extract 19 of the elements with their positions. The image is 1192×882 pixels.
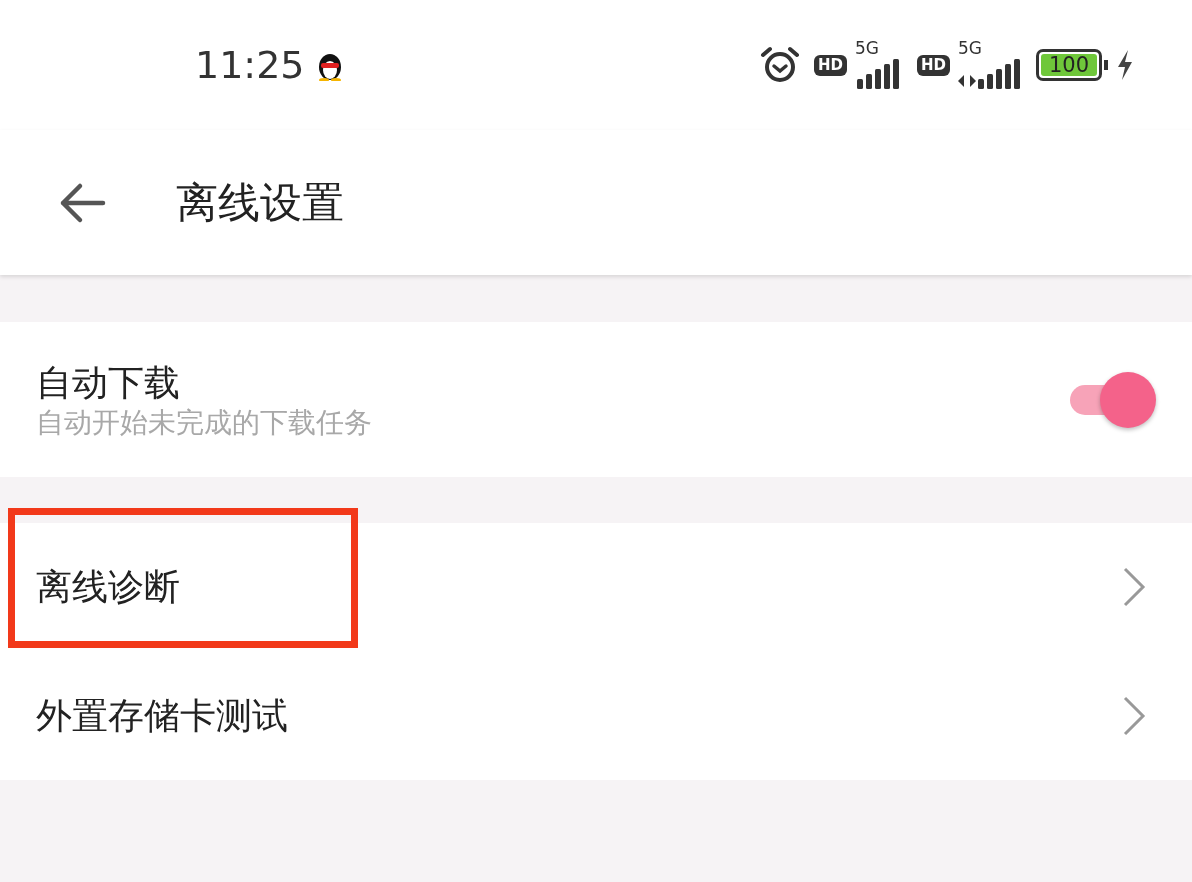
hd-badge: HD [813,54,847,76]
settings-row[interactable]: 离线诊断 [0,523,1192,651]
hd-badge: HD [917,54,950,76]
setting-title: 离线诊断 [36,565,181,609]
battery-label: 100 [1048,54,1090,76]
setting-subtitle: 自动开始未完成的下载任务 [36,404,373,440]
chevron-right-icon [1122,566,1146,608]
settings-row[interactable]: 自动下载 自动开始未完成的下载任务 [0,322,1192,477]
network-label: 5G [958,39,982,57]
back-icon[interactable] [58,181,106,224]
chevron-right-icon [1122,695,1146,737]
setting-title: 自动下载 [36,360,181,405]
status-time: 11:25 [195,41,305,89]
setting-title: 外置存储卡测试 [36,694,289,738]
alarm-icon [759,46,800,84]
settings-row[interactable]: 外置存储卡测试 [0,652,1192,780]
signal-icon [956,56,1022,91]
network-label: 5G [855,39,879,57]
page-title: 离线设置 [176,177,344,229]
